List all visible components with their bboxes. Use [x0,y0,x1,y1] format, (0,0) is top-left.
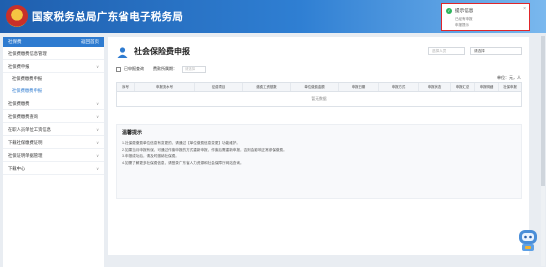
notice-line: 4.如需了解更多社保费信息，请登录广东省人力资源和社会保障厅网站查询。 [122,160,244,165]
toast-title: 提示信息 [455,8,474,13]
notice-box: 温馨提示 1.社保费缴费单位信息有变更的，请通过【单位缴费信息变更】功能维护。 … [116,124,522,199]
th-index: 序号 [117,83,135,91]
th-detail: 申报明细 [475,83,499,91]
chevron-down-icon: ∨ [96,166,99,171]
period-label: 费款所属期： [153,66,177,71]
chevron-down-icon: ∨ [96,114,99,119]
sidebar-item-docs[interactable]: 社保证明单据管理 ∨ [3,149,104,162]
th-item: 征费项目 [195,83,243,91]
filter-row: 已申报查询 费款所属期： 请选择 [116,64,206,74]
notice-title: 温馨提示 [122,130,143,136]
sidebar-item-wage-info[interactable]: 在职人员单位工资信息 ∨ [3,123,104,136]
top-select[interactable]: 请选择 [470,47,522,55]
sidebar-item-query[interactable]: 社保费缴费查询 ∨ [3,110,104,123]
chevron-down-icon: ∨ [96,64,99,69]
sidebar-item-payment[interactable]: 社保费缴费 ∨ [3,97,104,110]
table-empty: 暂无数据 [311,96,327,101]
sidebar-title: 社保费 [8,39,22,44]
robot-assistant-icon[interactable] [516,227,540,253]
toast-line-2: 申报提示 [455,23,469,27]
sidebar: 社保费 返回首页 社保费缴费信息管理 社保费申报 ∨ 社保费缴费申报 社保费缴费申… [3,37,104,267]
th-ss: 社保申报 [503,85,517,89]
sidebar-item-info-manage[interactable]: 社保费缴费信息管理 [3,47,104,60]
sidebar-item-declare[interactable]: 社保费申报 ∨ [3,60,104,73]
table-header: 序号 申报流水号 征费项目 缴费工资基数 单位缴费金额 申报日期 申报方式 申报… [117,83,521,92]
search-input[interactable]: 选择人员 [428,47,465,55]
th-date: 申报日期 [339,83,379,91]
sidebar-subitem-declare[interactable]: 社保费缴费申报 [3,73,104,85]
th-base: 缴费工资基数 [243,83,291,91]
th-summary: 申报汇总 [451,83,475,91]
th-amount: 单位缴费金额 [291,83,339,91]
sidebar-item-download[interactable]: 下载中心 ∨ [3,162,104,175]
chevron-down-icon: ∨ [96,140,99,145]
period-select[interactable]: 请选择 [182,65,206,73]
main-panel: 社会保险费申报 选择人员 请选择 已申报查询 费款所属期： 请选择 单位：元，人… [108,37,529,255]
checkbox-label: 已申报查询 [124,66,144,71]
people-icon [117,47,128,58]
chevron-down-icon: ∨ [96,101,99,106]
scroll-thumb[interactable] [541,36,545,186]
declaration-table: 序号 申报流水号 征费项目 缴费工资基数 单位缴费金额 申报日期 申报方式 申报… [116,82,522,107]
th-status: 申报状态 [419,83,451,91]
close-icon[interactable]: × [523,6,526,12]
site-title: 国家税务总局广东省电子税务局 [32,11,184,23]
check-circle-icon: ✓ [446,8,452,14]
sidebar-item-certificate[interactable]: 下载社保缴费证明 ∨ [3,136,104,149]
unit-label: 单位：元，人 [497,75,521,80]
toast-line-1: 已经有申报 [455,17,473,21]
emblem-logo [6,5,28,27]
declared-checkbox[interactable] [116,66,121,72]
page-scrollbar[interactable] [541,36,545,266]
chevron-down-icon: ∨ [96,127,99,132]
th-method: 申报方式 [379,83,419,91]
chevron-down-icon: ∨ [96,153,99,158]
notification-toast: ✓ 提示信息 × 已经有申报 申报提示 [441,3,530,31]
back-home-link[interactable]: 返回首页 [81,37,99,47]
page-title: 社会保险费申报 [134,47,190,56]
th-serial: 申报流水号 [135,83,195,91]
sidebar-subitem-declare-active[interactable]: 社保费缴费申报 [3,85,104,97]
sidebar-header: 社保费 返回首页 [3,37,104,47]
